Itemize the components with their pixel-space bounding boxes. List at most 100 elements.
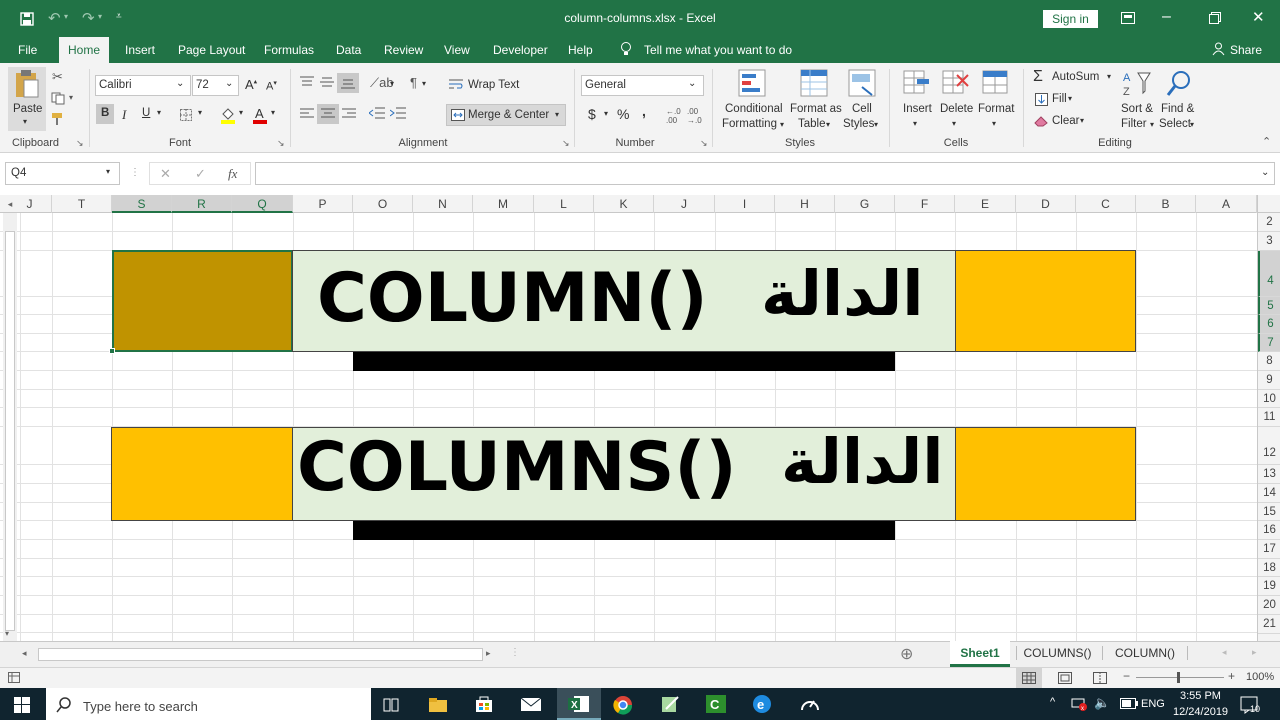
sort-filter-label[interactable]: Sort & bbox=[1121, 103, 1153, 115]
alignment-launcher-icon[interactable]: ↘ bbox=[562, 138, 570, 149]
restore-icon[interactable] bbox=[1209, 12, 1221, 24]
orientation-dropdown-icon[interactable]: ▾ bbox=[390, 79, 394, 88]
row-header[interactable]: 15 bbox=[1258, 503, 1280, 521]
italic-button[interactable]: I bbox=[122, 107, 126, 123]
close-icon[interactable]: ✕ bbox=[1252, 8, 1265, 26]
column-header[interactable]: M bbox=[473, 195, 534, 213]
delete-cells-icon[interactable] bbox=[942, 69, 970, 99]
bold-button[interactable]: B bbox=[96, 104, 114, 124]
merge-center-button[interactable]: Merge & Center ▾ bbox=[446, 104, 566, 126]
fill-color-icon[interactable] bbox=[220, 106, 236, 124]
decrease-indent-icon[interactable] bbox=[369, 107, 385, 119]
format-cells-button[interactable]: Format bbox=[978, 103, 1014, 115]
cut-icon[interactable]: ✂ bbox=[52, 69, 63, 85]
row-header[interactable]: 18 bbox=[1258, 559, 1280, 577]
column-header[interactable]: P bbox=[293, 195, 353, 213]
column-header[interactable]: J bbox=[654, 195, 715, 213]
customize-toolbar-icon[interactable]: ⩡ bbox=[116, 11, 122, 22]
column-header[interactable]: H bbox=[775, 195, 835, 213]
tab-help[interactable]: Help bbox=[568, 43, 593, 57]
insert-function-button[interactable]: fx bbox=[228, 166, 237, 182]
row-header-selected[interactable]: 6 bbox=[1258, 315, 1280, 334]
select-all-corner[interactable] bbox=[1257, 195, 1280, 213]
row-header[interactable]: 21 bbox=[1258, 615, 1280, 634]
row-header[interactable]: 13 bbox=[1258, 465, 1280, 484]
name-box[interactable]: Q4 ▾ bbox=[5, 162, 120, 185]
macro-record-icon[interactable] bbox=[8, 672, 20, 683]
cell-styles-icon[interactable] bbox=[848, 69, 878, 99]
zoom-out-icon[interactable]: − bbox=[1123, 669, 1130, 683]
expand-formula-icon[interactable]: ⌄ bbox=[1261, 167, 1269, 178]
battery-icon[interactable] bbox=[1120, 698, 1138, 710]
scroll-right-icon[interactable]: ▸ bbox=[486, 648, 491, 659]
sort-dropdown-icon[interactable]: ▾ bbox=[1150, 120, 1154, 129]
conditional-formatting-label[interactable]: Conditional bbox=[725, 103, 783, 115]
row-header[interactable]: 16 bbox=[1258, 521, 1280, 540]
borders-icon[interactable] bbox=[180, 109, 192, 121]
vertical-scrollbar[interactable]: ▾ bbox=[3, 213, 17, 641]
redo-icon[interactable]: ↷ bbox=[82, 9, 95, 27]
redo-dropdown-icon[interactable]: ▾ bbox=[98, 12, 102, 21]
normal-view-button[interactable] bbox=[1016, 668, 1042, 688]
show-hidden-icons[interactable]: ^ bbox=[1050, 696, 1055, 708]
share-button[interactable]: Share bbox=[1230, 43, 1262, 57]
column-header[interactable]: I bbox=[715, 195, 775, 213]
row-header[interactable]: 10 bbox=[1258, 390, 1280, 408]
tab-home[interactable]: Home bbox=[59, 37, 110, 64]
prev-sheet-icon[interactable]: ◂ bbox=[1222, 647, 1227, 658]
find-select-label[interactable]: Find & bbox=[1161, 103, 1194, 115]
save-icon[interactable] bbox=[20, 12, 34, 26]
underline-dropdown-icon[interactable]: ▾ bbox=[157, 108, 161, 117]
format-painter-icon[interactable] bbox=[51, 112, 65, 126]
text-direction-dropdown-icon[interactable]: ▾ bbox=[422, 79, 426, 88]
align-right-icon[interactable] bbox=[342, 108, 356, 120]
currency-button[interactable]: $ bbox=[588, 106, 596, 122]
zoom-in-icon[interactable]: + bbox=[1228, 669, 1235, 683]
sheet-tab[interactable]: COLUMNS() bbox=[1016, 646, 1098, 660]
excel-taskbar-button[interactable]: X bbox=[557, 688, 601, 720]
volume-icon[interactable]: 🔈 bbox=[1094, 695, 1110, 711]
cell-styles-label[interactable]: Cell bbox=[852, 103, 872, 115]
gold-cell-right[interactable] bbox=[955, 250, 1136, 352]
cell-styles-label-2[interactable]: Styles bbox=[843, 118, 874, 130]
windows-start-icon[interactable] bbox=[14, 697, 30, 713]
cancel-icon[interactable]: ✕ bbox=[160, 166, 171, 182]
delete-cells-button[interactable]: Delete bbox=[940, 103, 973, 115]
speed-gauge-icon[interactable] bbox=[800, 695, 820, 713]
scroll-left-icon[interactable]: ◂ bbox=[22, 648, 27, 659]
gold-cell-right[interactable] bbox=[955, 427, 1136, 521]
increase-font-icon[interactable]: A▴ bbox=[245, 77, 257, 92]
wrap-text-button[interactable]: Wrap Text bbox=[468, 79, 519, 91]
column-header[interactable]: O bbox=[353, 195, 413, 213]
copy-dropdown-icon[interactable]: ▾ bbox=[69, 93, 73, 102]
zoom-slider[interactable] bbox=[1136, 677, 1224, 678]
fill-button[interactable]: Fill bbox=[1052, 93, 1067, 105]
zoom-level[interactable]: 100% bbox=[1246, 671, 1274, 683]
enter-icon[interactable]: ✓ bbox=[195, 166, 206, 182]
format-as-table-label-2[interactable]: Table bbox=[798, 118, 826, 130]
row-header[interactable]: 3 bbox=[1258, 232, 1280, 251]
borders-dropdown-icon[interactable]: ▾ bbox=[198, 108, 202, 117]
font-color-dropdown-icon[interactable]: ▾ bbox=[271, 108, 275, 117]
zoom-slider-thumb[interactable] bbox=[1177, 672, 1180, 683]
worksheet-grid[interactable]: COLUMN() الدالة COLUMNS() الدالة bbox=[0, 213, 1257, 641]
find-select-label-2[interactable]: Select bbox=[1159, 118, 1191, 130]
column-header-selected[interactable]: Q bbox=[232, 195, 293, 213]
tab-data[interactable]: Data bbox=[336, 43, 361, 57]
ribbon-display-icon[interactable] bbox=[1121, 12, 1135, 24]
conditional-formatting-icon[interactable] bbox=[738, 69, 768, 99]
tab-file[interactable]: File bbox=[18, 43, 37, 57]
column-header[interactable]: L bbox=[534, 195, 594, 213]
tab-formulas[interactable]: Formulas bbox=[264, 43, 314, 57]
increase-decimal-icon[interactable]: ←.0.00 bbox=[666, 107, 681, 125]
column-header[interactable]: J bbox=[8, 195, 52, 213]
conditional-formatting-label-2[interactable]: Formatting bbox=[722, 118, 777, 130]
row-header[interactable]: 20 bbox=[1258, 596, 1280, 615]
currency-dropdown-icon[interactable]: ▾ bbox=[604, 109, 608, 118]
autosum-dropdown-icon[interactable]: ▾ bbox=[1107, 72, 1111, 81]
row-header[interactable]: 8 bbox=[1258, 352, 1280, 371]
add-sheet-icon[interactable]: ⊕ bbox=[900, 644, 913, 664]
delete-dropdown-icon[interactable]: ▾ bbox=[952, 119, 956, 128]
page-layout-view-icon[interactable] bbox=[1058, 672, 1072, 684]
collapse-ribbon-icon[interactable]: ⌃ bbox=[1262, 135, 1271, 148]
